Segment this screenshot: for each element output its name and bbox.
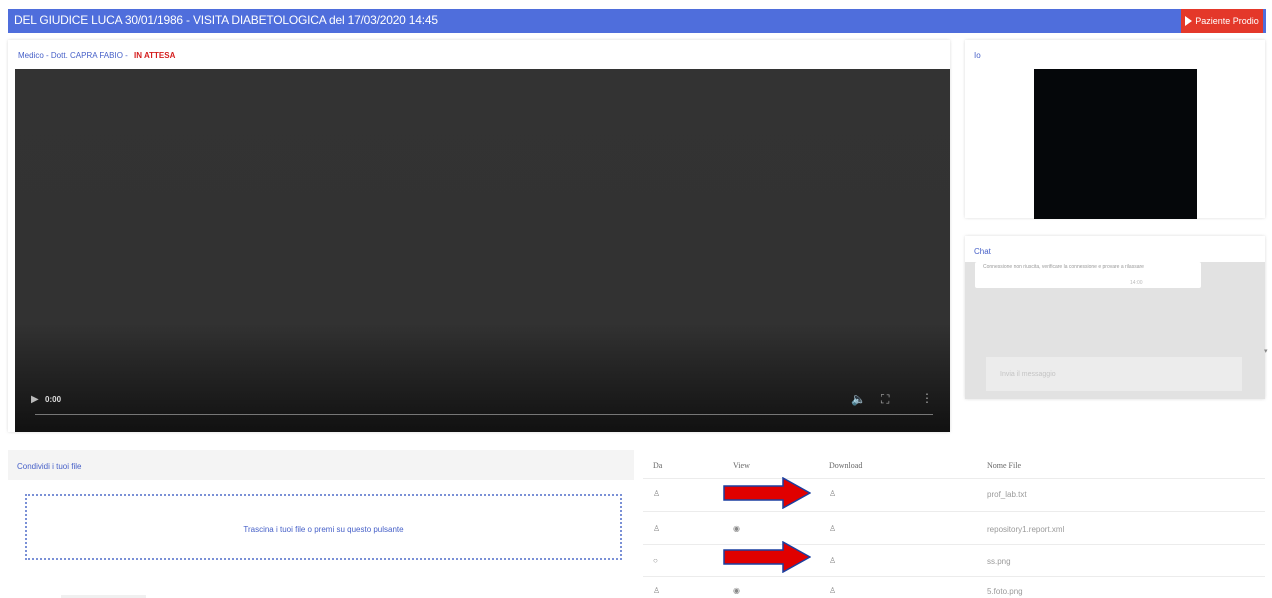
remote-video[interactable]: ▶ 0:00 🔈 ⛶ ⋮ (15, 69, 950, 432)
page-title: DEL GIUDICE LUCA 30/01/1986 - VISITA DIA… (14, 13, 438, 27)
file-sender-icon: ♙ (653, 489, 661, 498)
chat-title: Chat (974, 247, 991, 256)
end-visit-button[interactable]: Paziente Prodio (1181, 9, 1263, 33)
local-video-title: Io (974, 51, 981, 60)
column-header-download: Download (829, 461, 863, 470)
local-video-panel: Io (965, 40, 1265, 219)
dropzone-text: Trascina i tuoi file o premi su questo p… (243, 525, 404, 534)
file-dropzone[interactable]: Trascina i tuoi file o premi su questo p… (25, 494, 622, 560)
video-progress-bar[interactable] (35, 414, 933, 415)
column-header-view: View (733, 461, 750, 470)
table-divider (643, 511, 1265, 512)
chat-input[interactable]: Invia il messaggio (986, 357, 1242, 391)
video-time: 0:00 (45, 395, 62, 404)
download-icon[interactable]: ♙ (829, 586, 836, 595)
chat-message-text: Connessione non riuscita, verificare la … (983, 264, 1144, 270)
file-name[interactable]: 5.foto.png (987, 587, 1023, 596)
annotation-arrow-icon (723, 541, 811, 573)
chat-input-placeholder: Invia il messaggio (1000, 371, 1056, 378)
share-files-title: Condividi i tuoi file (17, 462, 82, 471)
file-sender-icon: ♙ (653, 524, 661, 533)
chat-panel: Chat Connessione non riuscita, verificar… (965, 236, 1265, 399)
status-badge: IN ATTESA (134, 51, 176, 60)
column-header-filename: Nome File (987, 461, 1021, 470)
file-sender-icon: ♙ (653, 586, 661, 595)
end-visit-label: Paziente Prodio (1195, 16, 1259, 26)
view-icon[interactable]: ◉ (733, 524, 740, 533)
chat-scroll-icon[interactable]: ▾ (1264, 347, 1268, 355)
file-sender-icon: ○ (653, 556, 658, 565)
share-files-panel: Condividi i tuoi file Trascina i tuoi fi… (8, 450, 634, 578)
download-icon[interactable]: ♙ (829, 524, 836, 533)
remote-video-panel: Medico - Dott. CAPRA FABIO - IN ATTESA ▶… (8, 40, 950, 432)
view-icon[interactable]: ◉ (733, 586, 740, 595)
title-bar: DEL GIUDICE LUCA 30/01/1986 - VISITA DIA… (8, 9, 1266, 33)
column-header-from: Da (653, 461, 663, 470)
volume-icon[interactable]: 🔈 (851, 392, 866, 406)
annotation-arrow-icon (723, 477, 811, 509)
play-icon[interactable]: ▶ (31, 394, 39, 405)
local-video (1034, 69, 1197, 219)
file-name[interactable]: repository1.report.xml (987, 525, 1064, 534)
share-files-header (8, 450, 634, 480)
download-icon[interactable]: ♙ (829, 489, 836, 498)
file-name[interactable]: ss.png (987, 557, 1011, 566)
doctor-label: Medico - Dott. CAPRA FABIO - (18, 51, 128, 60)
download-icon[interactable]: ♙ (829, 556, 836, 565)
remote-video-header: Medico - Dott. CAPRA FABIO - IN ATTESA (18, 51, 175, 60)
file-name[interactable]: prof_lab.txt (987, 490, 1027, 499)
chat-header (965, 236, 1265, 262)
chat-message-time: 14:00 (1130, 280, 1143, 286)
fullscreen-icon[interactable]: ⛶ (881, 392, 889, 407)
play-icon (1185, 16, 1193, 26)
table-divider (643, 576, 1265, 577)
more-options-icon[interactable]: ⋮ (921, 391, 933, 405)
chat-message: Connessione non riuscita, verificare la … (975, 262, 1201, 288)
